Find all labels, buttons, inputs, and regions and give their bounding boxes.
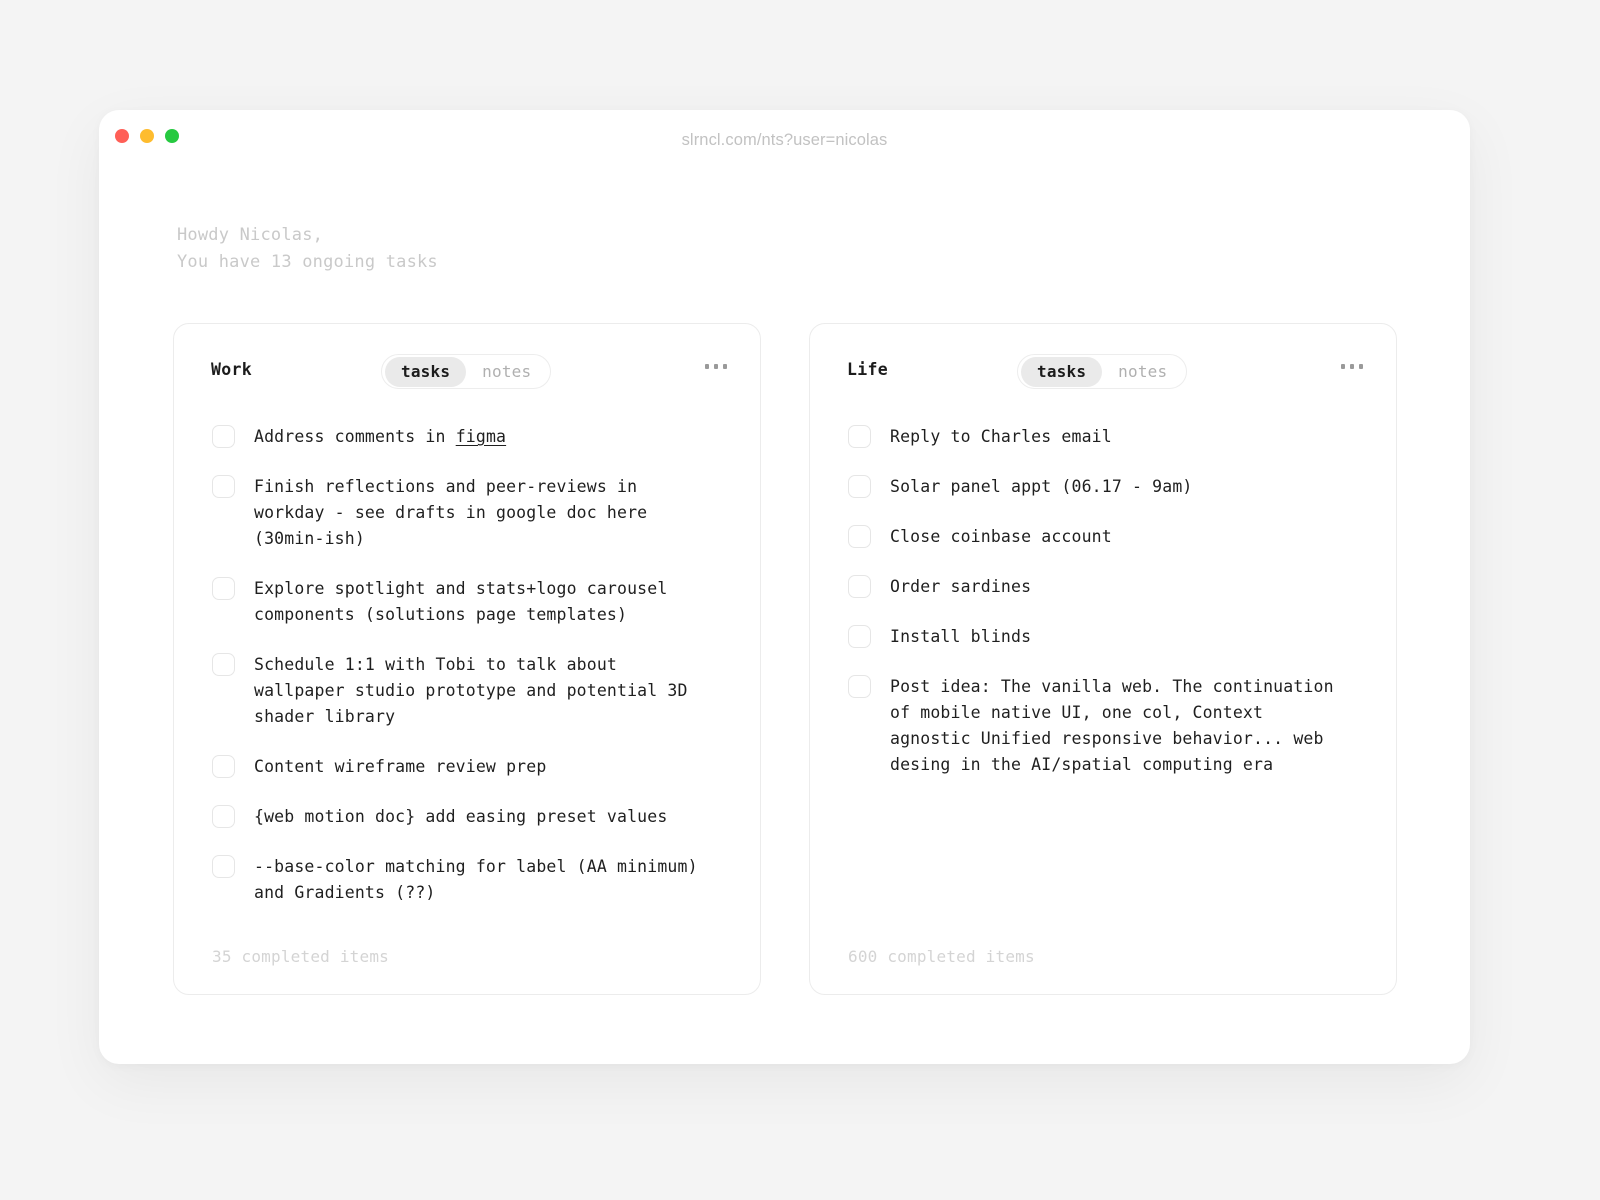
task-label: Address comments in figma	[254, 427, 507, 446]
task-label: {web motion doc} add easing preset value…	[254, 807, 668, 826]
kebab-dot	[1358, 364, 1363, 369]
task-checkbox[interactable]	[212, 577, 235, 600]
tab-life-tasks[interactable]: tasks	[1021, 356, 1103, 387]
task-checkbox[interactable]	[848, 425, 871, 448]
card-work-view-toggle: tasks notes	[381, 354, 552, 389]
task-checkbox[interactable]	[848, 625, 871, 648]
kebab-dot	[722, 364, 727, 369]
card-work-title: Work	[211, 360, 252, 379]
task-item: Explore spotlight and stats+logo carouse…	[212, 576, 726, 628]
kebab-dot	[713, 364, 718, 369]
card-life-kebab-icon[interactable]	[1340, 364, 1363, 369]
task-checkbox[interactable]	[212, 755, 235, 778]
task-label: Content wireframe review prep	[254, 757, 547, 776]
card-work: Work tasks notes Address comments in fig…	[173, 323, 761, 995]
task-item: Install blinds	[848, 624, 1362, 650]
task-label: Install blinds	[890, 627, 1032, 646]
task-checkbox[interactable]	[212, 805, 235, 828]
task-item: Content wireframe review prep	[212, 754, 726, 780]
task-label: Solar panel appt (06.17 - 9am)	[890, 477, 1193, 496]
task-item: Solar panel appt (06.17 - 9am)	[848, 474, 1362, 500]
tab-work-notes[interactable]: notes	[466, 357, 547, 387]
task-item: Reply to Charles email	[848, 424, 1362, 450]
greeting-line-2: You have 13 ongoing tasks	[177, 252, 438, 272]
card-work-kebab-icon[interactable]	[704, 364, 727, 369]
task-checkbox[interactable]	[848, 475, 871, 498]
task-item: --base-color matching for label (AA mini…	[212, 854, 726, 906]
task-checkbox[interactable]	[212, 653, 235, 676]
kebab-dot	[1349, 364, 1354, 369]
card-life: Life tasks notes Reply to Charles email …	[809, 323, 1397, 995]
figma-link[interactable]: figma	[456, 427, 506, 446]
task-label: Schedule 1:1 with Tobi to talk about wal…	[254, 655, 688, 726]
task-label: Order sardines	[890, 577, 1032, 596]
address-bar[interactable]: slrncl.com/nts?user=nicolas	[99, 131, 1470, 150]
task-checkbox[interactable]	[848, 675, 871, 698]
cards-container: Work tasks notes Address comments in fig…	[173, 323, 1397, 995]
card-life-title: Life	[847, 360, 888, 379]
task-item: Address comments in figma	[212, 424, 726, 450]
task-checkbox[interactable]	[848, 575, 871, 598]
kebab-dot	[1340, 364, 1345, 369]
task-label: Explore spotlight and stats+logo carouse…	[254, 579, 668, 624]
task-checkbox[interactable]	[212, 475, 235, 498]
card-work-footer: 35 completed items	[212, 947, 389, 966]
task-label: Finish reflections and peer-reviews in w…	[254, 477, 648, 548]
task-label: --base-color matching for label (AA mini…	[254, 857, 698, 902]
task-item: Close coinbase account	[848, 524, 1362, 550]
task-checkbox[interactable]	[848, 525, 871, 548]
card-life-view-toggle: tasks notes	[1017, 354, 1188, 389]
browser-titlebar: slrncl.com/nts?user=nicolas	[99, 110, 1470, 172]
task-item: Schedule 1:1 with Tobi to talk about wal…	[212, 652, 726, 730]
life-task-list: Reply to Charles email Solar panel appt …	[810, 424, 1396, 802]
task-label: Close coinbase account	[890, 527, 1112, 546]
tab-work-tasks[interactable]: tasks	[385, 356, 467, 387]
browser-window: slrncl.com/nts?user=nicolas Howdy Nicola…	[99, 110, 1470, 1064]
card-life-header: Life tasks notes	[810, 324, 1396, 416]
task-item: {web motion doc} add easing preset value…	[212, 804, 726, 830]
page-root: slrncl.com/nts?user=nicolas Howdy Nicola…	[0, 0, 1600, 1200]
task-label: Post idea: The vanilla web. The continua…	[890, 677, 1334, 774]
tab-life-notes[interactable]: notes	[1102, 357, 1183, 387]
task-item: Finish reflections and peer-reviews in w…	[212, 474, 726, 552]
greeting-block: Howdy Nicolas, You have 13 ongoing tasks	[177, 222, 438, 276]
task-checkbox[interactable]	[212, 425, 235, 448]
task-item: Order sardines	[848, 574, 1362, 600]
task-label: Reply to Charles email	[890, 427, 1112, 446]
card-life-footer: 600 completed items	[848, 947, 1035, 966]
kebab-dot	[704, 364, 709, 369]
greeting-line-1: Howdy Nicolas,	[177, 225, 324, 245]
task-item: Post idea: The vanilla web. The continua…	[848, 674, 1362, 778]
work-task-list: Address comments in figma Finish reflect…	[174, 424, 760, 930]
card-work-header: Work tasks notes	[174, 324, 760, 416]
task-checkbox[interactable]	[212, 855, 235, 878]
